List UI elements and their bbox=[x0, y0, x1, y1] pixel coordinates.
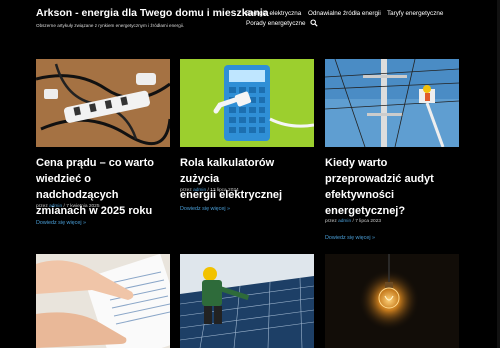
read-more-link[interactable]: Dowiedz się więcej » bbox=[36, 220, 86, 226]
post-thumbnail-calculator[interactable] bbox=[180, 59, 314, 147]
post-title[interactable]: Rola kalkulatorów zużycia energii elektr… bbox=[180, 155, 314, 203]
post-date: 7 kwietnia 2025 bbox=[66, 204, 100, 209]
nav-item-energia-elektryczna[interactable]: Energia elektryczna bbox=[246, 10, 301, 17]
post-meta: przez admin / 13 lipca 2024 bbox=[180, 188, 239, 193]
post-thumbnail-power-line[interactable] bbox=[325, 59, 459, 147]
site-header: Arkson - energia dla Twego domu i mieszk… bbox=[0, 0, 500, 44]
post-thumbnail-solar-installation[interactable] bbox=[180, 254, 314, 348]
post-meta: przez admin / 7 kwietnia 2025 bbox=[36, 204, 100, 209]
post-author-link[interactable]: admin bbox=[193, 188, 206, 193]
site-tagline: Obszerne artykuły związane z rynkiem ene… bbox=[36, 23, 185, 28]
post-date: 7 lipca 2023 bbox=[355, 219, 382, 224]
post-thumbnail-document[interactable] bbox=[36, 254, 170, 348]
nav-item-taryfy[interactable]: Taryfy energetyczne bbox=[387, 10, 443, 17]
post-title[interactable]: Cena prądu – co warto wiedzieć o nadchod… bbox=[36, 155, 170, 219]
read-more-link[interactable]: Dowiedz się więcej » bbox=[180, 206, 230, 212]
read-more-link[interactable]: Dowiedz się więcej » bbox=[325, 235, 375, 241]
site-title[interactable]: Arkson - energia dla Twego domu i mieszk… bbox=[36, 7, 269, 19]
nav-item-odnawialne-zrodla[interactable]: Odnawialne źródła energii bbox=[308, 10, 381, 17]
post-author-link[interactable]: admin bbox=[338, 219, 351, 224]
post-card: Cena prądu – co warto wiedzieć o nadchod… bbox=[36, 59, 170, 239]
post-card: Rola kalkulatorów zużycia energii elektr… bbox=[180, 59, 314, 239]
post-thumbnail-light-bulb[interactable] bbox=[325, 254, 459, 348]
post-card: Kiedy warto przeprowadzić audyt efektywn… bbox=[325, 59, 459, 249]
post-date: 13 lipca 2024 bbox=[210, 188, 239, 193]
post-meta: przez admin / 7 lipca 2023 bbox=[325, 219, 382, 224]
post-title[interactable]: Kiedy warto przeprowadzić audyt efektywn… bbox=[325, 155, 459, 219]
search-icon[interactable] bbox=[310, 19, 318, 27]
nav-item-porady[interactable]: Porady energetyczne bbox=[246, 20, 306, 27]
post-thumbnail-power-strip[interactable] bbox=[36, 59, 170, 147]
post-author-link[interactable]: admin bbox=[49, 204, 62, 209]
